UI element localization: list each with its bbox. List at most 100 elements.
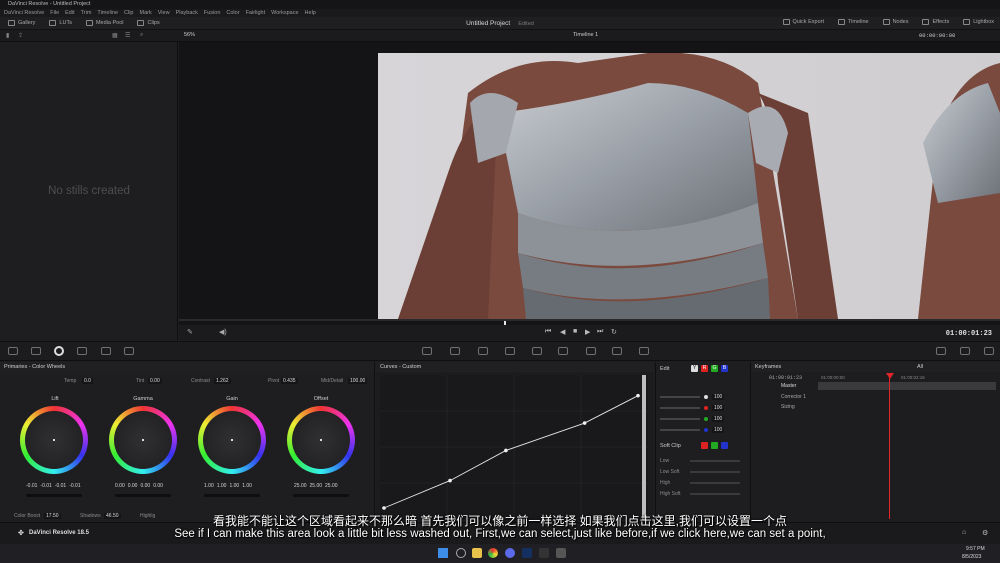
- key-icon[interactable]: [612, 347, 622, 355]
- playhead-handle-icon[interactable]: [886, 373, 894, 379]
- play-icon[interactable]: ▶: [585, 328, 590, 336]
- menu-item-timeline[interactable]: Timeline: [97, 10, 118, 16]
- track-sizing[interactable]: Sizing: [781, 404, 795, 410]
- curve-editor[interactable]: [380, 375, 648, 520]
- g-intensity[interactable]: 100: [712, 415, 725, 422]
- b-intensity[interactable]: 100: [712, 426, 725, 433]
- pick-tool-icon[interactable]: ✎: [187, 328, 193, 336]
- menu-item-help[interactable]: Help: [305, 10, 316, 16]
- stop-icon[interactable]: ■: [573, 328, 577, 335]
- scopes-icon[interactable]: [960, 347, 970, 355]
- keyframe-filter-select[interactable]: All: [917, 364, 923, 370]
- discord-icon[interactable]: [505, 548, 515, 558]
- curve-control-point[interactable]: [582, 421, 587, 425]
- menu-item-color[interactable]: Color: [226, 10, 239, 16]
- lift-master-slider[interactable]: [26, 494, 82, 497]
- viewer-scrub-bar[interactable]: [179, 319, 1000, 321]
- curve-control-point[interactable]: [636, 393, 640, 398]
- curves-icon[interactable]: [422, 347, 432, 355]
- low-soft-slider[interactable]: [690, 470, 740, 473]
- menu-item-app[interactable]: DaVinci Resolve: [4, 10, 44, 16]
- photoshop-icon[interactable]: [522, 548, 532, 558]
- nodes-button[interactable]: Nodes: [882, 19, 908, 25]
- hdr-icon[interactable]: [124, 347, 134, 355]
- menu-item-mark[interactable]: Mark: [140, 10, 152, 16]
- sizing-icon[interactable]: [639, 347, 649, 355]
- effects-button[interactable]: Effects: [922, 19, 949, 25]
- app-taskbar-icon[interactable]: [556, 548, 566, 558]
- sidebar-toggle-icon[interactable]: ▮: [6, 32, 9, 39]
- menu-item-playback[interactable]: Playback: [176, 10, 198, 16]
- loop-icon[interactable]: ↻: [611, 328, 617, 336]
- menu-item-trim[interactable]: Trim: [81, 10, 92, 16]
- master-track-bar[interactable]: [818, 382, 996, 390]
- color-wheels-icon[interactable]: [54, 346, 64, 356]
- camera-raw-icon[interactable]: [8, 347, 18, 355]
- offset-master-slider[interactable]: [293, 494, 349, 497]
- curve-control-point[interactable]: [504, 448, 508, 453]
- lightbox-button[interactable]: Lightbox: [963, 19, 994, 25]
- gamma-wheel[interactable]: [109, 406, 177, 474]
- softclip-b-toggle[interactable]: [721, 442, 728, 449]
- tint-field[interactable]: 0.00: [148, 377, 162, 384]
- timeline-button[interactable]: Timeline: [837, 19, 869, 25]
- temp-field[interactable]: 0.0: [82, 377, 93, 384]
- channel-r-toggle[interactable]: R: [701, 365, 708, 372]
- channel-g-toggle[interactable]: G: [711, 365, 718, 372]
- curve-control-point[interactable]: [382, 506, 386, 510]
- y-intensity[interactable]: 100: [712, 393, 725, 400]
- chrome-icon[interactable]: [488, 548, 498, 558]
- low-slider[interactable]: [690, 459, 740, 462]
- rgb-mixer-icon[interactable]: [77, 347, 87, 355]
- menu-item-view[interactable]: View: [158, 10, 170, 16]
- gain-master-slider[interactable]: [204, 494, 260, 497]
- qualifier-icon[interactable]: [478, 347, 488, 355]
- color-match-icon[interactable]: [31, 347, 41, 355]
- gamma-master-slider[interactable]: [115, 494, 171, 497]
- menu-item-fairlight[interactable]: Fairlight: [246, 10, 266, 16]
- high-soft-slider[interactable]: [690, 492, 740, 495]
- contrast-field[interactable]: 1.262: [214, 377, 231, 384]
- keyframe-playhead[interactable]: [889, 374, 890, 519]
- track-corrector-1[interactable]: Corrector 1: [781, 394, 806, 400]
- menu-item-clip[interactable]: Clip: [124, 10, 133, 16]
- play-reverse-icon[interactable]: ◀: [560, 328, 565, 336]
- timeline-select[interactable]: Timeline 1: [573, 32, 598, 38]
- curve-control-point[interactable]: [448, 478, 452, 483]
- upload-icon[interactable]: ⇪: [18, 32, 23, 39]
- lift-wheel[interactable]: [20, 406, 88, 474]
- skip-start-icon[interactable]: ⏮: [545, 328, 551, 336]
- quick-export-button[interactable]: Quick Export: [782, 19, 824, 25]
- info-icon[interactable]: [984, 347, 994, 355]
- curve-line[interactable]: [383, 395, 639, 509]
- high-slider[interactable]: [690, 481, 740, 484]
- zoom-select[interactable]: 56%: [184, 32, 195, 38]
- search-icon[interactable]: ⌕: [140, 32, 143, 39]
- pivot-field[interactable]: 0.435: [281, 377, 298, 384]
- window-icon[interactable]: [505, 347, 515, 355]
- softclip-g-toggle[interactable]: [711, 442, 718, 449]
- menu-item-fusion[interactable]: Fusion: [204, 10, 221, 16]
- 3d-icon[interactable]: [936, 347, 946, 355]
- tracker-icon[interactable]: [532, 347, 542, 355]
- audio-icon[interactable]: ◀): [219, 328, 227, 336]
- skip-end-icon[interactable]: ⏭: [597, 328, 603, 336]
- menu-item-file[interactable]: File: [50, 10, 59, 16]
- list-view-icon[interactable]: ☰: [125, 32, 130, 39]
- channel-y-toggle[interactable]: Y: [691, 365, 698, 372]
- viewer-frame[interactable]: [378, 53, 1000, 319]
- curve-graph[interactable]: [380, 375, 648, 520]
- grid-view-icon[interactable]: ▦: [112, 32, 118, 39]
- mid-detail-field[interactable]: 100.00: [348, 377, 368, 384]
- r-intensity[interactable]: 100: [712, 404, 725, 411]
- motion-effects-icon[interactable]: [101, 347, 111, 355]
- menu-item-workspace[interactable]: Workspace: [271, 10, 298, 16]
- menu-item-edit[interactable]: Edit: [65, 10, 74, 16]
- color-warper-icon[interactable]: [450, 347, 460, 355]
- magic-mask-icon[interactable]: [558, 347, 568, 355]
- file-explorer-icon[interactable]: [472, 548, 482, 558]
- gain-wheel[interactable]: [198, 406, 266, 474]
- start-icon[interactable]: [438, 548, 448, 558]
- channel-b-toggle[interactable]: B: [721, 365, 728, 372]
- softclip-r-toggle[interactable]: [701, 442, 708, 449]
